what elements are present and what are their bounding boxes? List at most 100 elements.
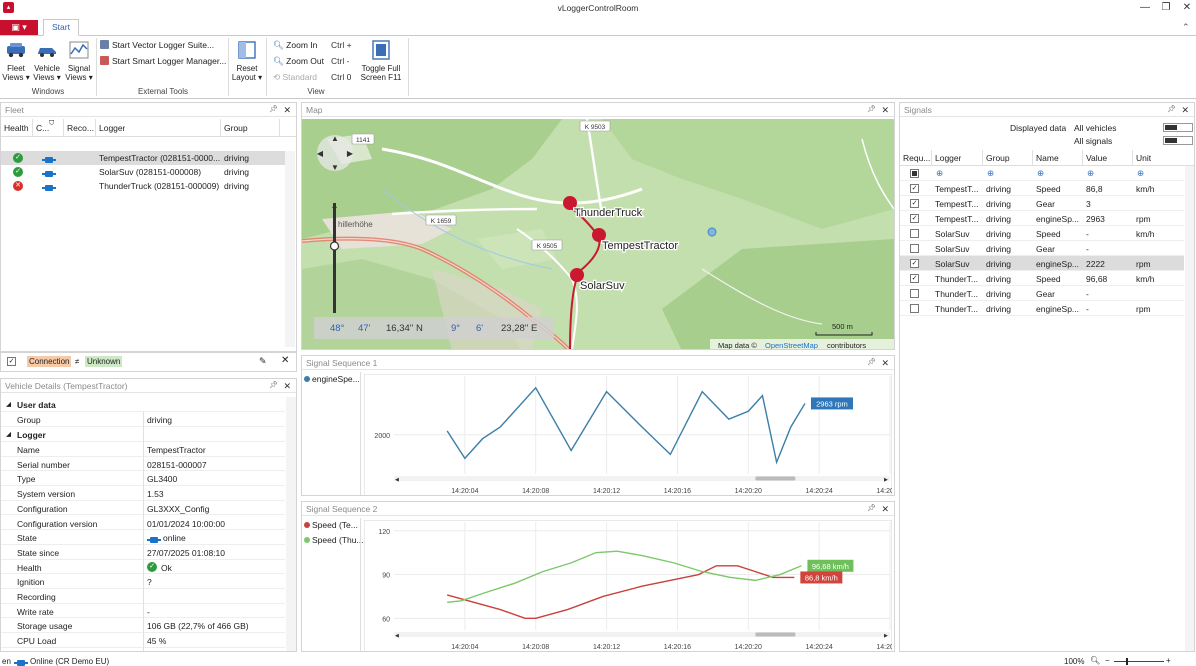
signal-chart-1[interactable]: 14:20:04 14:20:08 14:20:12 14:20:16 14:20:20…: [364, 374, 892, 496]
fleet-views-button[interactable]: Fleet Views ▾: [2, 40, 30, 82]
col-group[interactable]: Group: [224, 123, 248, 133]
chart-scroll-thumb[interactable]: [755, 632, 796, 637]
request-checkbox[interactable]: ✓: [910, 259, 919, 268]
legend-item-speed-tempest[interactable]: Speed (Te...: [304, 520, 360, 532]
pan-left-icon[interactable]: ◀: [317, 149, 324, 158]
request-checkbox[interactable]: ✓: [910, 184, 919, 193]
col-logger[interactable]: Logger: [99, 123, 125, 133]
pin-icon[interactable]: 📌︎: [269, 379, 278, 393]
filter-icon[interactable]: ⊕: [936, 168, 943, 179]
fleet-row[interactable]: ✕ ThunderTruck (028151-000009) driving: [1, 179, 285, 193]
signal-row[interactable]: ✓ ThunderT... driving Speed 96,68 km/h: [900, 271, 1184, 286]
chart-scrollbar[interactable]: [394, 476, 890, 481]
signal-row[interactable]: ✓ TempestT... driving engineSp... 2963 rpm: [900, 211, 1184, 226]
language-indicator[interactable]: en: [2, 657, 11, 666]
standard-zoom-button[interactable]: ⟲ Standard: [273, 72, 317, 83]
zoom-in-status-icon[interactable]: +: [1166, 656, 1171, 665]
request-checkbox[interactable]: [910, 244, 919, 253]
user-data-section[interactable]: ◢ User data: [1, 397, 285, 412]
request-checkbox[interactable]: [910, 289, 919, 298]
pin-icon[interactable]: 📌︎: [1167, 103, 1176, 117]
filter-enabled-checkbox[interactable]: ✓: [7, 357, 16, 366]
col-unit[interactable]: Unit: [1136, 153, 1151, 163]
close-icon[interactable]: ✕: [283, 379, 291, 393]
close-icon[interactable]: ✕: [283, 103, 291, 117]
col-value[interactable]: Value: [1086, 153, 1107, 163]
zoom-out-status-icon[interactable]: −: [1105, 656, 1110, 665]
request-checkbox[interactable]: ✓: [910, 274, 919, 283]
clear-filter-icon[interactable]: ✕: [281, 355, 289, 366]
filter-icon[interactable]: ⊕: [1037, 168, 1044, 179]
col-group[interactable]: Group: [986, 153, 1010, 163]
toggle-full-screen-button[interactable]: Toggle Full Screen F11: [358, 40, 404, 82]
pan-up-icon[interactable]: ▲: [331, 134, 339, 143]
pin-icon[interactable]: 📌︎: [867, 103, 876, 117]
scroll-left-icon[interactable]: ◀: [395, 477, 399, 483]
signals-scrollbar[interactable]: [1185, 166, 1194, 651]
request-checkbox[interactable]: [910, 229, 919, 238]
col-name[interactable]: Name: [1036, 153, 1059, 163]
pan-down-icon[interactable]: ▼: [331, 163, 339, 172]
pin-icon[interactable]: 📌︎: [867, 502, 876, 516]
col-recording[interactable]: Reco...: [67, 123, 94, 133]
ribbon-collapse-icon[interactable]: ⌃: [1182, 22, 1190, 33]
col-health[interactable]: Health: [4, 123, 29, 133]
zoom-in-button[interactable]: 🔍︎ Zoom In: [273, 40, 317, 51]
request-checkbox[interactable]: [910, 304, 919, 313]
request-checkbox[interactable]: ✓: [910, 199, 919, 208]
scroll-left-icon[interactable]: ◀: [395, 633, 399, 639]
signal-row[interactable]: ThunderT... driving engineSp... - rpm: [900, 301, 1184, 316]
fleet-row[interactable]: ✓ TempestTractor (028151-0000... driving: [1, 151, 285, 165]
filter-icon[interactable]: ⊕: [1087, 168, 1094, 179]
signal-row[interactable]: SolarSuv driving Gear -: [900, 241, 1184, 256]
legend-item-enginespeed[interactable]: engineSpe...: [304, 374, 360, 386]
zoom-out-button[interactable]: 🔍︎ Zoom Out: [273, 56, 324, 67]
signal-row[interactable]: ✓ SolarSuv driving engineSp... 2222 rpm: [900, 256, 1184, 271]
close-button[interactable]: ✕: [1176, 1, 1196, 15]
filter-icon[interactable]: ⊕: [1137, 168, 1144, 179]
col-logger[interactable]: Logger: [935, 153, 961, 163]
zoom-slider-track[interactable]: [333, 203, 336, 313]
zoom-plus-icon[interactable]: +: [332, 203, 338, 214]
filter-connection-chip[interactable]: Connection: [27, 356, 72, 367]
all-vehicles-toggle[interactable]: [1163, 123, 1193, 132]
zoom-slider[interactable]: [1114, 661, 1164, 662]
vehicle-views-button[interactable]: Vehicle Views ▾: [32, 40, 62, 82]
filter-icon[interactable]: ⊕: [987, 168, 994, 179]
minimize-button[interactable]: —: [1134, 1, 1156, 15]
file-menu-tab[interactable]: ▣ ▾: [0, 20, 38, 35]
zoom-slider-thumb[interactable]: [1126, 658, 1128, 665]
pin-icon[interactable]: 📌︎: [269, 103, 278, 117]
scroll-right-icon[interactable]: ▶: [884, 477, 888, 483]
col-connection[interactable]: C...: [36, 123, 49, 133]
openstreetmap-link[interactable]: OpenStreetMap: [765, 341, 818, 350]
reset-layout-button[interactable]: Reset Layout ▾: [231, 40, 263, 82]
map-canvas[interactable]: K 9503 1141 K 1659 K 9505 hillerhöhe Thu…: [302, 119, 894, 350]
select-all-checkbox[interactable]: [910, 169, 919, 178]
pan-right-icon[interactable]: ▶: [347, 149, 354, 158]
restore-button[interactable]: ❐: [1155, 1, 1177, 15]
all-signals-toggle[interactable]: [1163, 136, 1193, 145]
pin-icon[interactable]: 📌︎: [867, 356, 876, 370]
chart-scrollbar[interactable]: [394, 632, 890, 637]
fleet-scrollbar[interactable]: [285, 151, 295, 347]
filter-icon[interactable]: ⛉: [49, 120, 54, 128]
collapse-icon[interactable]: ◢: [6, 400, 11, 408]
scroll-right-icon[interactable]: ▶: [884, 633, 888, 639]
signal-row[interactable]: ✓ TempestT... driving Gear 3: [900, 196, 1184, 211]
close-icon[interactable]: ✕: [881, 356, 889, 370]
collapse-icon[interactable]: ◢: [6, 430, 11, 438]
edit-filter-icon[interactable]: ✎: [259, 356, 267, 367]
col-requested[interactable]: Requ...: [903, 153, 930, 163]
close-icon[interactable]: ✕: [881, 103, 889, 117]
filter-unknown-chip[interactable]: Unknown: [85, 356, 123, 367]
request-checkbox[interactable]: ✓: [910, 214, 919, 223]
close-icon[interactable]: ✕: [881, 502, 889, 516]
start-smart-logger-manager-button[interactable]: Start Smart Logger Manager...: [100, 56, 226, 66]
zoom-icon[interactable]: 🔍︎: [1090, 656, 1100, 665]
fleet-row[interactable]: ✓ SolarSuv (028151-000008) driving: [1, 165, 285, 179]
signal-chart-2[interactable]: 14:20:04 14:20:08 14:20:12 14:20:16 14:20:20…: [364, 520, 892, 652]
tab-start[interactable]: Start: [43, 19, 79, 36]
signal-row[interactable]: ThunderT... driving Gear -: [900, 286, 1184, 301]
chart-scroll-thumb[interactable]: [755, 476, 796, 481]
